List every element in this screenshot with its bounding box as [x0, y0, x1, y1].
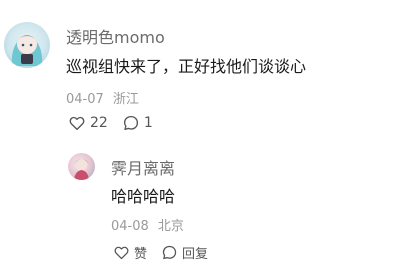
reply-actions: 赞 回复: [113, 243, 208, 262]
comment-actions: 22 1: [68, 114, 153, 132]
like-button[interactable]: 22: [68, 114, 108, 132]
comment-location: 浙江: [112, 92, 139, 107]
reply-date: 04-08: [111, 219, 149, 234]
comment-meta: 04-07 浙江: [66, 88, 139, 107]
reply-count: 1: [143, 115, 153, 131]
reply-button[interactable]: 1: [122, 114, 153, 132]
comment-bubble-icon: [123, 115, 138, 131]
comment-text: 巡视组快来了，正好找他们谈谈心: [66, 57, 307, 76]
comment-username[interactable]: 透明色momo: [66, 24, 165, 48]
heart-icon: [114, 246, 129, 260]
reply-text: 哈哈哈哈: [111, 187, 176, 206]
like-label: 赞: [134, 247, 148, 262]
comment-date: 04-07: [66, 92, 104, 107]
comment-bubble-icon: [162, 245, 177, 260]
heart-icon: [69, 116, 85, 131]
anime-avatar-icon: [11, 34, 43, 66]
reply-label: 回复: [182, 247, 209, 262]
anime-avatar-icon: [74, 159, 89, 180]
like-button[interactable]: 赞: [113, 243, 147, 262]
reply-location: 北京: [157, 219, 184, 234]
reply-button[interactable]: 回复: [161, 243, 208, 262]
reply-meta: 04-08 北京: [111, 215, 184, 234]
like-count: 22: [90, 115, 108, 131]
avatar[interactable]: [68, 153, 95, 180]
reply-username[interactable]: 霁月离离: [111, 155, 175, 179]
avatar[interactable]: [4, 22, 50, 68]
